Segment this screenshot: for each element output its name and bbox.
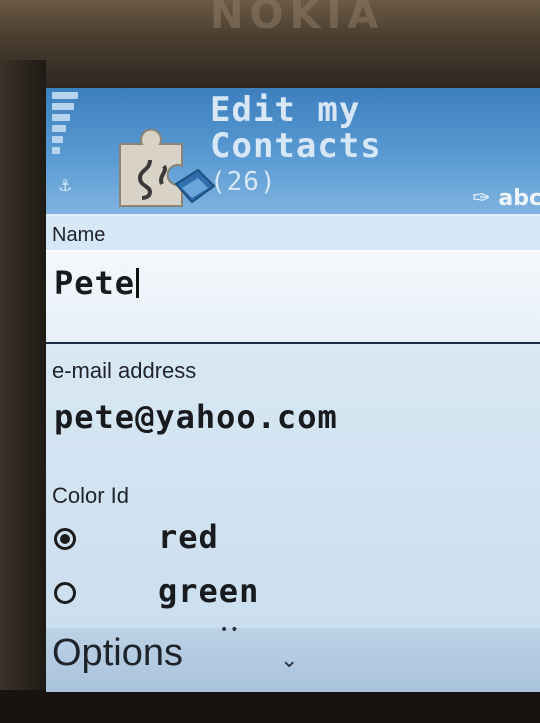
input-mode-indicator: ✑ abc (472, 186, 540, 211)
input-mode-label: abc (498, 186, 540, 211)
text-cursor (136, 268, 140, 298)
email-label: e-mail address (52, 358, 197, 383)
phone-brand-logo: NOKIA (210, 0, 385, 38)
signal-bars-icon (52, 92, 78, 178)
color-option-label: red (158, 518, 219, 556)
options-softkey[interactable]: Options (52, 632, 183, 675)
color-id-label: Color Id (52, 483, 130, 508)
softkey-bar: •• Options ⌄ (46, 622, 540, 692)
name-field-group: Name Pete (46, 216, 540, 344)
title-line-2: Contacts (210, 126, 382, 166)
color-option-label: green (158, 572, 260, 610)
phone-bezel-left (0, 60, 46, 723)
radio-selected-icon[interactable] (54, 528, 76, 550)
contact-count: (26) (210, 167, 277, 197)
title-pane: ⚓ Edit my Contacts (26) ✑ abc (46, 88, 540, 214)
name-input[interactable]: Pete (46, 250, 540, 344)
scroll-indicator-dots: •• (220, 622, 241, 638)
title-text: Edit my Contacts (26) (210, 92, 382, 200)
color-option-green[interactable]: green (46, 572, 540, 616)
pen-input-icon: ✑ (472, 186, 491, 211)
phone-bezel-top: NOKIA (0, 0, 540, 92)
name-label: Name (52, 224, 106, 246)
phone-bezel-bottom (0, 690, 540, 723)
puzzle-piece-icon (119, 128, 216, 207)
name-text: Pete (54, 264, 136, 302)
title-line-1: Edit my (210, 90, 361, 130)
email-field[interactable]: pete@yahoo.com (54, 398, 338, 436)
phone-screen: ⚓ Edit my Contacts (26) ✑ abc Name Pete … (46, 88, 540, 692)
antenna-icon: ⚓ (58, 176, 73, 195)
name-value[interactable]: Pete (54, 264, 140, 302)
chevron-down-icon: ⌄ (280, 648, 299, 673)
color-option-red[interactable]: red (46, 518, 540, 562)
radio-unselected-icon[interactable] (54, 582, 76, 604)
